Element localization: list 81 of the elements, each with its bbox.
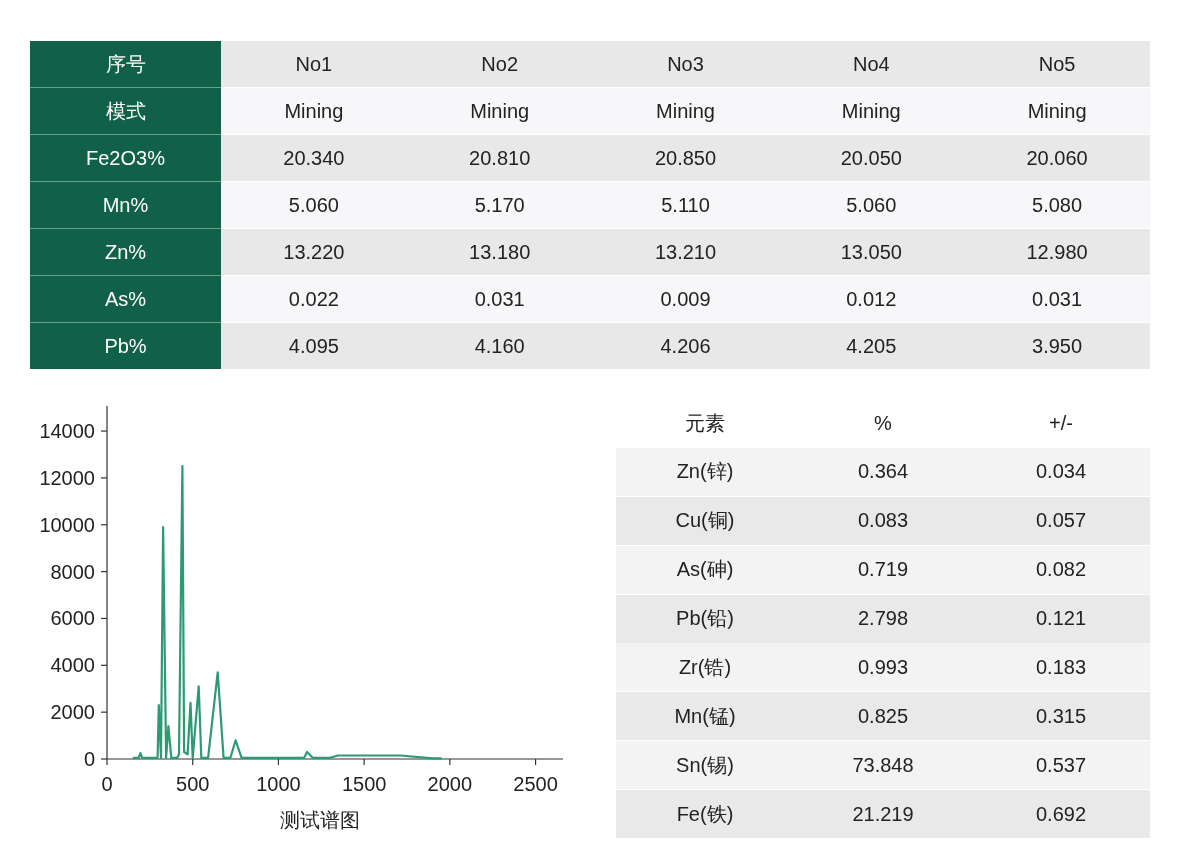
table-cell: Cu(铜) xyxy=(616,496,794,545)
table-cell: No3 xyxy=(592,41,779,88)
table-cell: 13.220 xyxy=(221,229,407,276)
row-header: Mn% xyxy=(30,182,221,229)
table-cell: 0.315 xyxy=(972,692,1150,741)
x-axis-title: 测试谱图 xyxy=(280,809,360,831)
table-cell: 5.080 xyxy=(964,182,1150,229)
table-cell: 5.110 xyxy=(592,182,779,229)
table-cell: 0.031 xyxy=(964,276,1150,323)
table-cell: 20.810 xyxy=(406,135,593,182)
table-cell: Pb(铅) xyxy=(616,594,794,643)
table-cell: 0.083 xyxy=(794,496,972,545)
table-cell: Fe(铁) xyxy=(616,790,794,839)
y-tick-label: 14000 xyxy=(39,420,95,443)
table-cell: No4 xyxy=(778,41,965,88)
table-cell: No5 xyxy=(964,41,1150,88)
y-tick-label: 12000 xyxy=(39,466,95,489)
table-cell: 13.050 xyxy=(778,229,965,276)
table-cell: 4.205 xyxy=(778,323,965,369)
table-cell: 4.160 xyxy=(406,323,593,369)
x-tick-label: 2500 xyxy=(513,773,558,795)
table-cell: Mining xyxy=(964,88,1150,135)
table-cell: 20.060 xyxy=(964,135,1150,182)
table-cell: No1 xyxy=(221,41,407,88)
x-tick-label: 0 xyxy=(101,773,113,795)
table-cell: Mining xyxy=(592,88,779,135)
x-tick-label: 2000 xyxy=(427,773,473,795)
row-header: Zn% xyxy=(30,229,221,276)
table-cell: 0.121 xyxy=(972,594,1150,643)
table-cell: 0.692 xyxy=(972,790,1150,839)
table-cell: 0.364 xyxy=(794,447,972,496)
table-cell: Zn(锌) xyxy=(616,447,794,496)
table-cell: 2.798 xyxy=(794,594,972,643)
table-cell: 0.031 xyxy=(406,276,593,323)
table-cell: As(砷) xyxy=(616,545,794,594)
table-cell: 0.537 xyxy=(972,741,1150,790)
table-cell: 0.022 xyxy=(221,276,407,323)
y-tick-label: 2000 xyxy=(50,701,95,724)
table-cell: 0.719 xyxy=(794,545,972,594)
table-cell: 5.170 xyxy=(406,182,593,229)
table-cell: 13.210 xyxy=(592,229,779,276)
table-cell: 5.060 xyxy=(778,182,965,229)
table-cell: 0.034 xyxy=(972,447,1150,496)
row-header: 模式 xyxy=(30,88,221,135)
table-cell: No2 xyxy=(406,41,593,88)
row-header: Fe2O3% xyxy=(30,135,221,182)
table-cell: 0.183 xyxy=(972,643,1150,692)
table-cell: Sn(锡) xyxy=(616,741,794,790)
table-cell: 0.057 xyxy=(972,496,1150,545)
table-cell: Zr(锆) xyxy=(616,643,794,692)
x-tick-label: 1500 xyxy=(341,773,387,795)
table-cell: 13.180 xyxy=(406,229,593,276)
row-header: As% xyxy=(30,276,221,323)
table-cell: 5.060 xyxy=(221,182,407,229)
table-cell: 0.993 xyxy=(794,643,972,692)
table-cell: 0.009 xyxy=(592,276,779,323)
table-cell: Mining xyxy=(778,88,965,135)
y-tick-label: 10000 xyxy=(39,513,95,536)
table-cell: 20.340 xyxy=(221,135,407,182)
table-cell: 73.848 xyxy=(794,741,972,790)
table-cell: 4.095 xyxy=(221,323,407,369)
table-cell: Mining xyxy=(221,88,407,135)
table-cell: 12.980 xyxy=(964,229,1150,276)
table-cell: 0.012 xyxy=(778,276,965,323)
y-tick-label: 8000 xyxy=(50,560,95,583)
table-cell: 20.050 xyxy=(778,135,965,182)
table-cell: 4.206 xyxy=(592,323,779,369)
table-cell: 20.850 xyxy=(592,135,779,182)
row-header: Pb% xyxy=(30,323,221,369)
table-cell: 0.825 xyxy=(794,692,972,741)
table-cell: 21.219 xyxy=(794,790,972,839)
table-cell: Mn(锰) xyxy=(616,692,794,741)
x-tick-label: 1000 xyxy=(256,773,301,795)
y-tick-label: 0 xyxy=(83,748,95,770)
table-cell: 0.082 xyxy=(972,545,1150,594)
row-header: 序号 xyxy=(30,41,221,88)
table-cell: 3.950 xyxy=(964,323,1150,369)
x-tick-label: 500 xyxy=(176,773,210,795)
table-cell: Mining xyxy=(406,88,593,135)
y-tick-label: 6000 xyxy=(50,607,95,630)
y-tick-label: 4000 xyxy=(50,654,95,677)
